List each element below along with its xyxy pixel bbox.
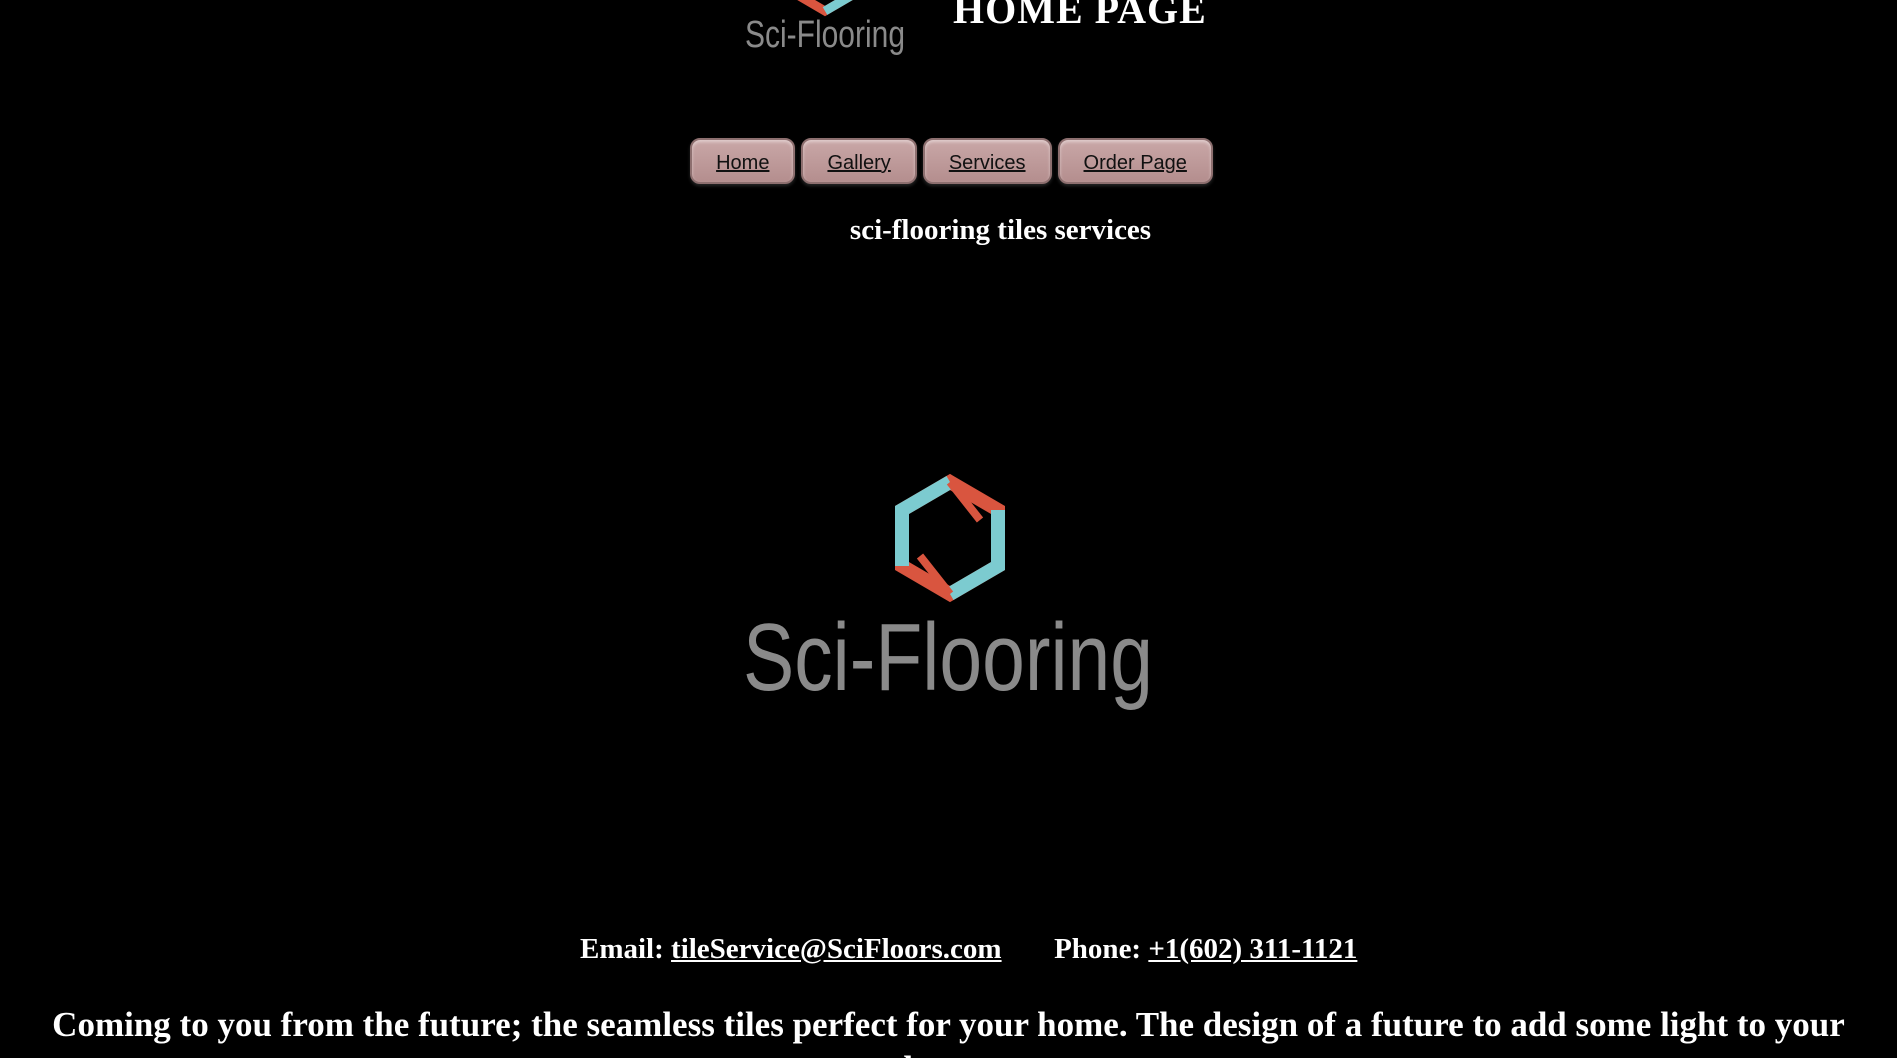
nav-home-button[interactable]: Home (690, 138, 796, 184)
tagline: sci-flooring tiles services (849, 214, 1152, 246)
logo-mark-icon (797, 0, 853, 17)
email-link[interactable]: tileService@SciFloors.com (671, 933, 1002, 965)
phone-label: Phone: (1054, 933, 1142, 965)
header-logo-text: Sci-Flooring (745, 14, 905, 56)
page: Sci-Flooring HOME PAGE Home Gallery Serv… (0, 0, 1897, 1058)
email-label: Email: (580, 933, 664, 965)
hero-logo-mark-icon (895, 473, 1005, 603)
main-nav: Home Gallery Services Order Page (0, 138, 1897, 184)
hero-logo: Sci-Flooring (743, 473, 1153, 711)
phone-link[interactable]: +1(602) 311-1121 (1148, 933, 1357, 965)
page-title: HOME PAGE (953, 0, 1207, 32)
intro-paragraph: Coming to you from the future; the seaml… (52, 1005, 1845, 1058)
header-logo: Sci-Flooring (745, 0, 905, 56)
nav-gallery-button[interactable]: Gallery (801, 138, 917, 184)
nav-services-button[interactable]: Services (922, 138, 1052, 184)
nav-order-page-button[interactable]: Order Page (1057, 138, 1213, 184)
hero-logo-text: Sci-Flooring (743, 604, 1153, 711)
